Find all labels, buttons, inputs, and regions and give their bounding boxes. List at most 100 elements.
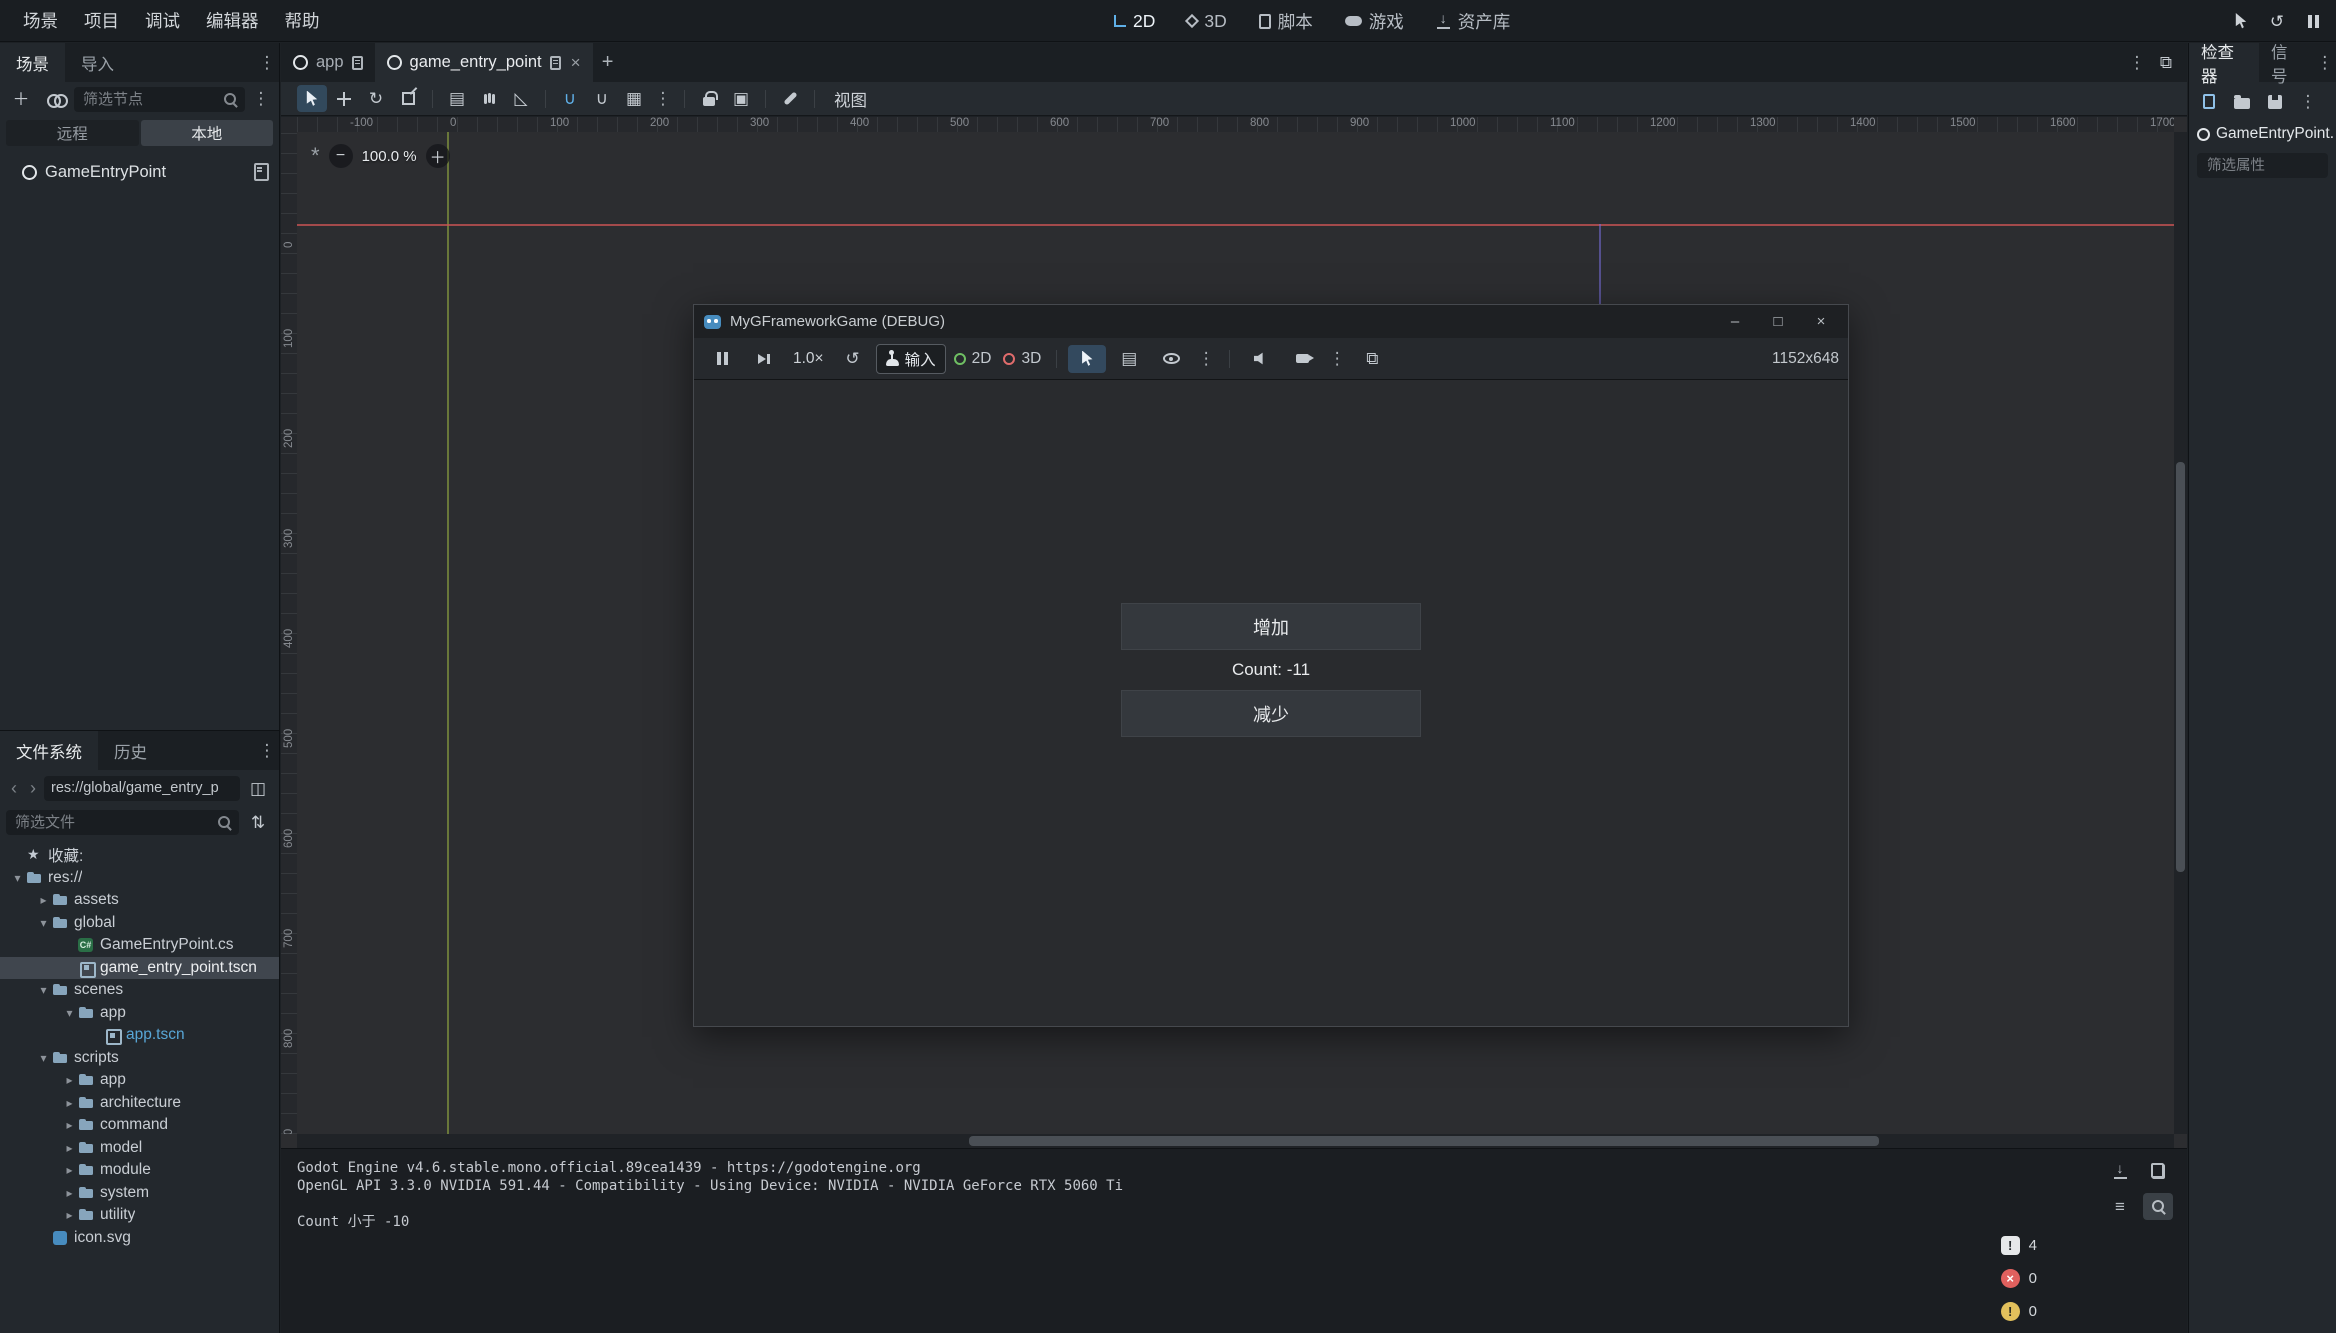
- file-tree-row[interactable]: architecture: [0, 1092, 279, 1115]
- add-node-button[interactable]: ＋: [6, 86, 36, 113]
- menubar-menu-item[interactable]: 帮助: [272, 0, 333, 42]
- close-button[interactable]: ×: [1804, 310, 1838, 334]
- close-tab-icon[interactable]: ×: [571, 53, 581, 73]
- file-tree-row[interactable]: icon.svg: [0, 1227, 279, 1250]
- snap-grid-button[interactable]: ▦: [619, 85, 649, 112]
- file-tree-row[interactable]: assets: [0, 889, 279, 912]
- menubar-menu-item[interactable]: 调试: [132, 0, 193, 42]
- remote-button[interactable]: 远程: [6, 120, 139, 146]
- game-window[interactable]: MyGFrameworkGame (DEBUG) – □ × 1.0× ↺ 输入…: [693, 304, 1849, 1027]
- filesystem-dock-menu-icon[interactable]: ⋮: [255, 741, 279, 761]
- inspector-extra-menu-icon[interactable]: ⋮: [2296, 92, 2320, 112]
- group-selected-button[interactable]: ▣: [726, 85, 756, 112]
- filter-files-input[interactable]: [13, 813, 217, 832]
- mode-3d-button[interactable]: 3D: [999, 345, 1045, 373]
- save-log-button[interactable]: [2105, 1157, 2135, 1184]
- horizontal-scrollbar[interactable]: [297, 1134, 2174, 1148]
- menubar-menu-item[interactable]: 编辑器: [193, 0, 272, 42]
- rotate-tool-button[interactable]: ↻: [361, 85, 391, 112]
- tab-signals[interactable]: 信号: [2259, 43, 2314, 82]
- tree-expand-icon[interactable]: [10, 871, 25, 885]
- scene-tree-root-node[interactable]: GameEntryPoint: [0, 157, 279, 187]
- scrollbar-thumb[interactable]: [969, 1136, 1879, 1146]
- scale-tool-button[interactable]: [393, 85, 423, 112]
- mute-audio-button[interactable]: [1241, 345, 1279, 373]
- workspace-assetlib-button[interactable]: 资产库: [1424, 6, 1523, 36]
- search-log-button[interactable]: [2143, 1193, 2173, 1220]
- vertical-ruler[interactable]: 0100200300400500600700800900: [281, 132, 297, 1134]
- open-script-icon[interactable]: [254, 163, 269, 181]
- errors-badge[interactable]: × 0: [2001, 1266, 2037, 1290]
- load-resource-button[interactable]: [2230, 88, 2254, 115]
- game-pick-button[interactable]: [2226, 8, 2256, 35]
- tab-filesystem[interactable]: 文件系统: [0, 731, 98, 770]
- split-view-icon[interactable]: ◫: [243, 775, 273, 802]
- scrollbar-thumb[interactable]: [2176, 462, 2185, 872]
- zoom-level-label[interactable]: 100.0 %: [362, 148, 417, 165]
- snap-options-menu-icon[interactable]: ⋮: [651, 89, 675, 109]
- move-tool-button[interactable]: [329, 85, 359, 112]
- file-tree-row[interactable]: 收藏:: [0, 844, 279, 867]
- pan-tool-button[interactable]: [474, 85, 504, 112]
- copy-log-button[interactable]: [2143, 1157, 2173, 1184]
- file-tree-row[interactable]: scripts: [0, 1047, 279, 1070]
- increase-button[interactable]: 增加: [1121, 603, 1421, 650]
- tree-expand-icon[interactable]: [62, 1186, 77, 1200]
- new-scene-tab-button[interactable]: +: [593, 43, 623, 82]
- decrease-button[interactable]: 减少: [1121, 690, 1421, 737]
- tree-expand-icon[interactable]: [62, 1096, 77, 1110]
- expand-viewport-icon[interactable]: ⧉: [2151, 49, 2181, 76]
- maximize-button[interactable]: □: [1761, 310, 1795, 334]
- scene-tree-menu-icon[interactable]: ⋮: [249, 89, 273, 109]
- file-tree-row[interactable]: global: [0, 912, 279, 935]
- file-tree-row[interactable]: app: [0, 1069, 279, 1092]
- suspend-button[interactable]: [703, 345, 741, 373]
- vertical-scrollbar[interactable]: [2174, 132, 2187, 1134]
- make-floating-button[interactable]: ⧉: [1353, 345, 1391, 373]
- filter-log-button[interactable]: ≡: [2105, 1193, 2135, 1220]
- inspected-node-row[interactable]: GameEntryPoint.: [2189, 121, 2336, 147]
- tree-expand-icon[interactable]: [36, 893, 51, 907]
- restart-game-button[interactable]: ↺: [2262, 8, 2292, 35]
- current-path-input[interactable]: [44, 776, 240, 801]
- save-resource-button[interactable]: [2263, 88, 2287, 115]
- tree-expand-icon[interactable]: [36, 916, 51, 930]
- nav-forward-icon[interactable]: ›: [25, 778, 41, 799]
- file-tree-row[interactable]: game_entry_point.tscn: [0, 957, 279, 980]
- tab-list-menu-icon[interactable]: ⋮: [2125, 53, 2149, 73]
- scene-tab-app[interactable]: app: [281, 43, 375, 82]
- lock-selected-button[interactable]: [694, 85, 724, 112]
- reset-speed-button[interactable]: ↺: [834, 345, 872, 373]
- minimize-button[interactable]: –: [1718, 310, 1752, 334]
- scene-tab-game-entry-point[interactable]: game_entry_point ×: [375, 43, 593, 82]
- tree-expand-icon[interactable]: [62, 1163, 77, 1177]
- sort-files-icon[interactable]: ⇅: [243, 809, 273, 836]
- file-tree-row[interactable]: command: [0, 1114, 279, 1137]
- filter-nodes-input[interactable]: [81, 90, 223, 109]
- mode-2d-button[interactable]: 2D: [950, 345, 996, 373]
- issues-badge[interactable]: ! 4: [2001, 1233, 2037, 1257]
- tree-expand-icon[interactable]: [62, 1208, 77, 1222]
- ruler-tool-button[interactable]: ◺: [506, 85, 536, 112]
- tree-expand-icon[interactable]: [36, 983, 51, 997]
- zoom-out-button[interactable]: −: [329, 144, 353, 168]
- grid-snap-toggle[interactable]: ∪: [587, 85, 617, 112]
- file-tree-row[interactable]: GameEntryPoint.cs: [0, 934, 279, 957]
- file-tree-row[interactable]: module: [0, 1159, 279, 1182]
- canvas-2d[interactable]: MyGFrameworkGame (DEBUG) – □ × 1.0× ↺ 输入…: [297, 132, 2174, 1134]
- instance-scene-button[interactable]: [40, 86, 70, 113]
- pause-game-button[interactable]: [2298, 8, 2328, 35]
- visibility-button[interactable]: [1152, 345, 1190, 373]
- menubar-menu-item[interactable]: 场景: [10, 0, 71, 42]
- list-select-button[interactable]: ▤: [442, 85, 472, 112]
- tab-history[interactable]: 历史: [98, 731, 163, 770]
- select-tool-button[interactable]: [297, 85, 327, 112]
- local-button[interactable]: 本地: [141, 120, 274, 146]
- tab-import[interactable]: 导入: [65, 43, 130, 82]
- tree-expand-icon[interactable]: [62, 1006, 77, 1020]
- scene-dock-menu-icon[interactable]: ⋮: [255, 53, 279, 73]
- file-tree-row[interactable]: utility: [0, 1204, 279, 1227]
- zoom-in-button[interactable]: ＋: [426, 144, 450, 168]
- warnings-badge[interactable]: ! 0: [2001, 1299, 2037, 1323]
- file-tree-row[interactable]: scenes: [0, 979, 279, 1002]
